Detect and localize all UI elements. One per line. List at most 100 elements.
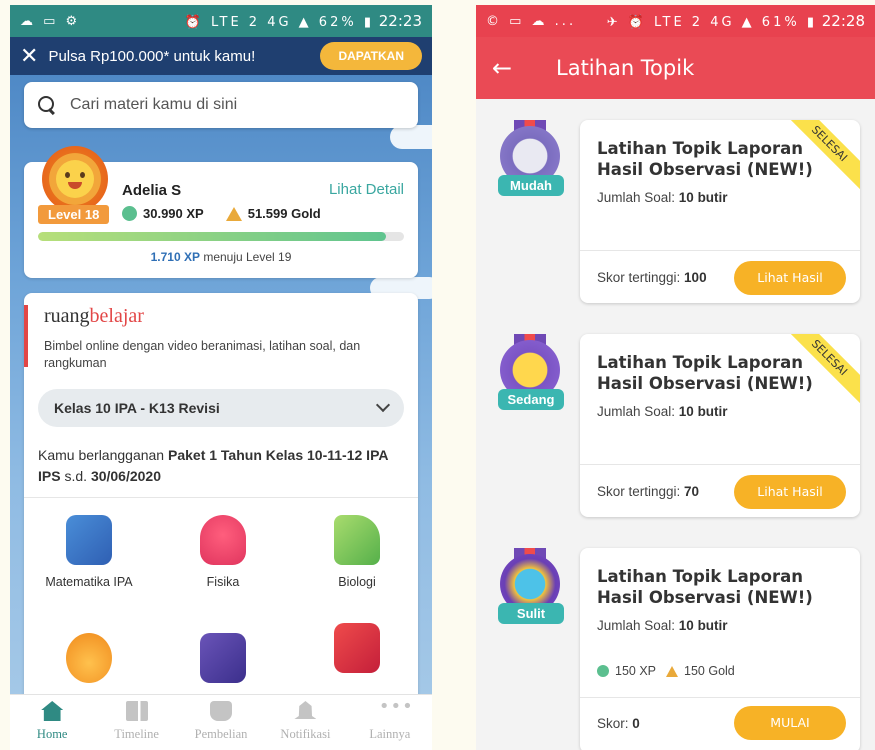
indonesia-book-icon [334, 623, 380, 673]
subject-indonesian[interactable] [292, 623, 418, 683]
subscription-info: Kamu berlangganan Paket 1 Tahun Kelas 10… [38, 445, 404, 487]
back-arrow-icon[interactable]: ← [478, 54, 526, 82]
basket-icon [210, 701, 233, 721]
view-result-button[interactable]: Lihat Hasil [734, 475, 846, 509]
chevron-down-icon [375, 397, 391, 413]
score-value: 70 [684, 484, 700, 499]
tab-label: Pembelian [194, 727, 248, 741]
subject-physics[interactable]: Fisika [158, 515, 288, 589]
status-indicators: ⏰ LTE 2 4G ▲ 62% ▮ [184, 15, 374, 30]
close-icon[interactable]: ✕ [20, 44, 38, 69]
quiz-card[interactable]: SELESAI Latihan Topik Laporan Hasil Obse… [580, 120, 860, 303]
avatar[interactable] [42, 146, 108, 212]
tab-pembelian[interactable]: Pembelian [179, 695, 263, 750]
question-count-label: Jumlah Soal: [597, 190, 679, 205]
quiz-title: Latihan Topik Laporan Hasil Observasi (N… [597, 567, 813, 607]
status-icons: ☁ ▭ ⚙ [20, 13, 81, 29]
question-count: Jumlah Soal: 10 butir [597, 190, 728, 205]
question-count-value: 10 butir [678, 618, 728, 633]
page-title: Latihan Topik [556, 56, 695, 80]
subject-biology[interactable]: Biologi [292, 515, 418, 589]
quiz-card[interactable]: SELESAI Latihan Topik Laporan Hasil Obse… [580, 334, 860, 517]
score: Skor: 0 [597, 716, 640, 731]
profile-card: Level 18 Adelia S Lihat Detail 30.990 XP… [24, 146, 418, 278]
subject-english[interactable] [158, 633, 288, 693]
subject-label: Biologi [338, 575, 376, 589]
view-result-button[interactable]: Lihat Hasil [734, 261, 846, 295]
tab-label: Notifikasi [280, 727, 331, 741]
divider [580, 464, 860, 465]
question-count-label: Jumlah Soal: [597, 404, 679, 419]
bottom-nav: Home Timeline Pembelian Notifikasi ••• L… [10, 694, 432, 750]
gold-value: 51.599 Gold [247, 206, 321, 221]
ruangbelajar-description: Bimbel online dengan video beranimasi, l… [44, 339, 361, 370]
start-button[interactable]: MULAI [734, 706, 846, 740]
xp-progress-fill [38, 232, 386, 241]
app-bar: ← Latihan Topik [476, 37, 875, 99]
latihan-topik-screen: © ▭ ☁ ... ✈ ⏰ LTE 2 4G ▲ 61% ▮ 22:28 ← L… [476, 5, 875, 750]
user-name: Adelia S [122, 182, 182, 199]
xp-icon [122, 206, 137, 221]
quiz-card[interactable]: Latihan Topik Laporan Hasil Observasi (N… [580, 548, 860, 750]
score-value: 100 [684, 270, 707, 285]
status-icons: © ▭ ☁ ... [486, 13, 577, 29]
ruangbelajar-logo: ruangbelajar [44, 305, 394, 328]
smiley-icon [56, 160, 94, 198]
home-screen: ☁ ▭ ⚙ ⏰ LTE 2 4G ▲ 62% ▮ 22:23 ✕ Pulsa R… [10, 5, 432, 750]
divider [24, 497, 418, 498]
subject-math[interactable]: Matematika IPA [24, 515, 154, 589]
quiz-item: Sulit Latihan Topik Laporan Hasil Observ… [476, 548, 875, 750]
gold-icon [666, 665, 679, 677]
tab-lainnya[interactable]: ••• Lainnya [348, 695, 432, 750]
tab-label: Timeline [114, 727, 159, 741]
quiz-title: Latihan Topik Laporan Hasil Observasi (N… [597, 353, 813, 393]
claim-button[interactable]: DAPATKAN [320, 42, 422, 70]
quiz-item: Mudah SELESAI Latihan Topik Laporan Hasi… [476, 120, 875, 310]
question-count: Jumlah Soal: 10 butir [597, 404, 728, 419]
quiz-title: Latihan Topik Laporan Hasil Observasi (N… [597, 139, 813, 179]
tab-timeline[interactable]: Timeline [94, 695, 178, 750]
timeline-icon [125, 701, 148, 721]
english-book-icon [200, 633, 246, 683]
subject-chemistry[interactable] [24, 633, 154, 693]
stats-row: 30.990 XP 51.599 Gold [122, 206, 321, 221]
flask-icon [66, 633, 112, 683]
ruangbelajar-card: ruangbelajar Bimbel online dengan video … [24, 293, 418, 750]
difficulty-badge: Sedang [498, 389, 564, 410]
clock: 22:23 [378, 12, 422, 30]
xp-next-level: 1.710 XP menuju Level 19 [24, 250, 418, 264]
class-dropdown[interactable]: Kelas 10 IPA - K13 Revisi [38, 389, 404, 427]
question-count-value: 10 butir [678, 404, 728, 419]
question-count-label: Jumlah Soal: [597, 618, 679, 633]
xp-needed: 1.710 XP [150, 250, 200, 264]
divider [580, 250, 860, 251]
tab-home[interactable]: Home [10, 695, 94, 750]
cloud-decoration [390, 125, 432, 149]
tab-notifikasi[interactable]: Notifikasi [263, 695, 347, 750]
promo-text: Pulsa Rp100.000* untuk kamu! [48, 47, 256, 65]
difficulty-badge: Sulit [498, 603, 564, 624]
gold-icon [225, 206, 242, 221]
logo-part-belajar: belajar [89, 305, 144, 327]
calculator-icon [66, 515, 112, 565]
xp-next-text: menuju Level 19 [199, 250, 292, 264]
score-label: Skor tertinggi: [597, 484, 685, 499]
clock: 22:28 [821, 12, 865, 30]
tab-label: Lainnya [369, 727, 411, 741]
more-icon: ••• [378, 696, 414, 717]
reward-row: 150 XP 150 Gold [597, 664, 735, 678]
reward-gold: 150 Gold [684, 664, 735, 678]
bell-icon [294, 701, 317, 719]
divider [580, 697, 860, 698]
high-score: Skor tertinggi: 100 [597, 270, 707, 285]
quiz-item: Sedang SELESAI Latihan Topik Laporan Has… [476, 334, 875, 524]
view-detail-link[interactable]: Lihat Detail [329, 181, 404, 198]
microscope-icon [334, 515, 380, 565]
subscription-prefix: Kamu berlangganan [38, 447, 168, 463]
xp-value: 30.990 XP [143, 206, 204, 221]
status-bar: ☁ ▭ ⚙ ⏰ LTE 2 4G ▲ 62% ▮ 22:23 [10, 5, 432, 37]
ruangbelajar-header: ruangbelajar Bimbel online dengan video … [24, 305, 394, 370]
search-input[interactable]: Cari materi kamu di sini [24, 82, 418, 128]
subscription-until: s.d. [60, 468, 91, 484]
score-label: Skor tertinggi: [597, 270, 685, 285]
